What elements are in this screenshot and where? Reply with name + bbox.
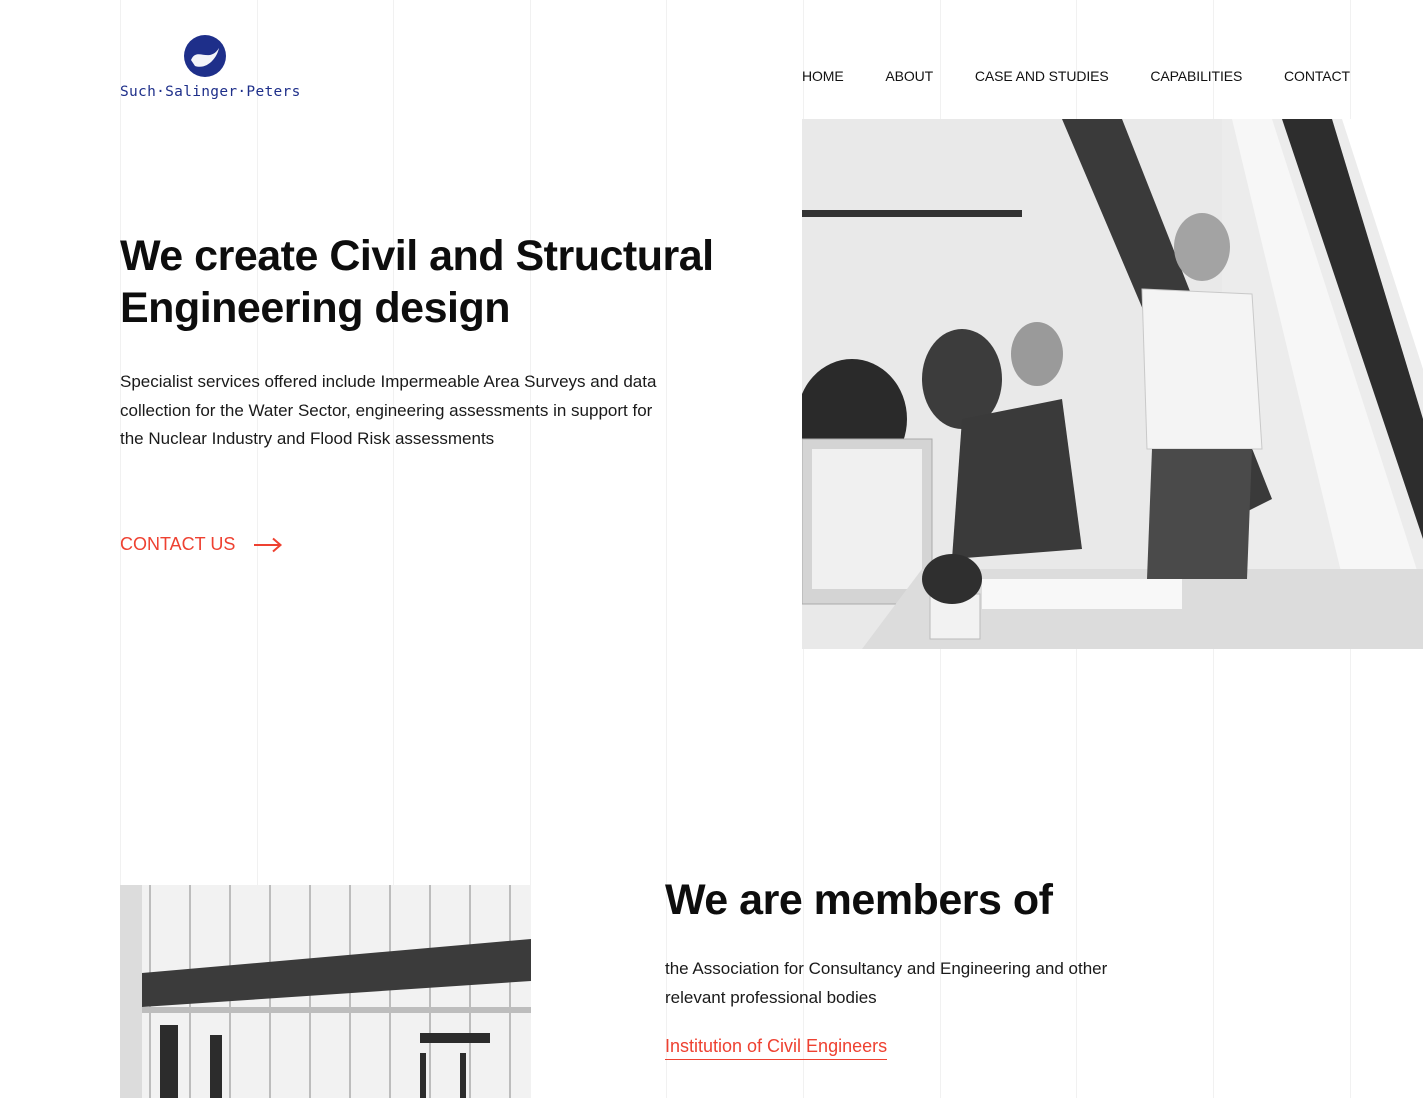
institution-of-civil-engineers-link[interactable]: Institution of Civil Engineers <box>665 1036 888 1060</box>
arrow-right-icon <box>254 537 283 552</box>
logo-mark-icon <box>184 35 226 77</box>
contact-us-label: CONTACT US <box>120 534 236 554</box>
nav-contact[interactable]: CONTACT <box>1284 68 1350 84</box>
logo-wordmark: Such·Salinger·Peters <box>120 84 301 100</box>
nav-capabilities[interactable]: CAPABILITIES <box>1150 68 1242 84</box>
hero-title: We create Civil and Structural Engineeri… <box>120 232 714 332</box>
members-description: the Association for Consultancy and Engi… <box>665 959 1108 1007</box>
members-title: We are members of <box>665 876 1053 924</box>
hero-office-photo <box>802 119 1423 649</box>
company-logo[interactable]: Such·Salinger·Peters <box>120 34 300 106</box>
architecture-photo <box>120 885 531 1098</box>
nav-about[interactable]: ABOUT <box>885 68 933 84</box>
hero-description: Specialist services offered include Impe… <box>120 372 657 448</box>
nav-case-and-studies[interactable]: CASE AND STUDIES <box>975 68 1109 84</box>
contact-us-button[interactable]: CONTACT US <box>120 534 283 555</box>
main-navigation: HOME ABOUT CASE AND STUDIES CAPABILITIES… <box>802 68 1350 84</box>
nav-home[interactable]: HOME <box>802 68 844 84</box>
